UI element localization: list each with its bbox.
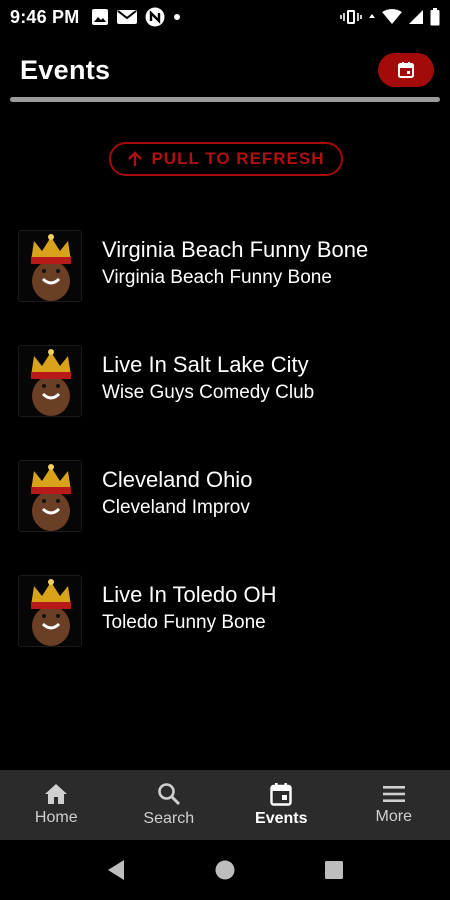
event-venue: Toledo Funny Bone [102, 612, 266, 633]
page-title: Events [20, 54, 111, 85]
event-venue: Cleveland Improv [102, 497, 250, 518]
event-thumbnail [18, 460, 82, 532]
nav-events[interactable]: Events [225, 770, 338, 840]
nav-home[interactable]: Home [0, 770, 113, 840]
system-nav [0, 840, 450, 900]
event-item[interactable]: Virginia Beach Funny Bone Virginia Beach… [0, 230, 450, 345]
battery-icon [430, 8, 440, 26]
dot-icon [173, 13, 181, 21]
king-avatar-icon [31, 234, 71, 301]
header-divider [10, 97, 440, 102]
event-item[interactable]: Live In Toledo OH Toledo Funny Bone [0, 575, 450, 690]
arrow-up-icon [127, 151, 143, 167]
nav-label: Events [255, 810, 308, 827]
back-icon[interactable] [106, 859, 126, 881]
pull-to-refresh[interactable]: PULL TO REFRESH [109, 142, 343, 176]
event-thumbnail [18, 345, 82, 417]
n-badge-icon [145, 7, 165, 27]
menu-icon [382, 784, 406, 804]
wifi-icon [382, 9, 402, 25]
status-bar: 9:46 PM [0, 0, 450, 34]
event-list: Virginia Beach Funny Bone Virginia Beach… [0, 230, 450, 690]
bottom-nav: Home Search Events More [0, 770, 450, 840]
data-arrows-icon [368, 10, 376, 24]
nav-label: Search [143, 810, 195, 827]
nav-label: More [375, 808, 412, 825]
calendar-icon [397, 61, 415, 79]
event-title: Virginia Beach Funny Bone [102, 237, 369, 262]
refresh-label: PULL TO REFRESH [151, 149, 325, 168]
recents-icon[interactable] [324, 860, 344, 880]
vibrate-icon [340, 9, 362, 25]
calendar-button[interactable] [378, 53, 434, 87]
home-circle-icon[interactable] [214, 859, 236, 881]
calendar-icon [270, 782, 292, 806]
event-venue: Virginia Beach Funny Bone [102, 267, 332, 288]
notification-icons [91, 7, 181, 27]
event-thumbnail [18, 575, 82, 647]
nav-search[interactable]: Search [113, 770, 226, 840]
event-title: Cleveland Ohio [102, 467, 253, 492]
mail-icon [117, 9, 138, 25]
event-thumbnail [18, 230, 82, 302]
event-title: Live In Salt Lake City [102, 352, 309, 377]
event-item[interactable]: Live In Salt Lake City Wise Guys Comedy … [0, 345, 450, 460]
event-venue: Wise Guys Comedy Club [102, 382, 315, 403]
king-avatar-icon [31, 349, 71, 416]
king-avatar-icon [31, 579, 71, 646]
king-avatar-icon [31, 464, 71, 531]
app-header: Events [0, 44, 450, 96]
event-title: Live In Toledo OH [102, 582, 277, 607]
nav-more[interactable]: More [338, 770, 450, 840]
image-icon [91, 8, 109, 26]
system-status-icons [340, 8, 440, 26]
signal-icon [408, 9, 424, 25]
nav-label: Home [34, 809, 78, 826]
home-icon [44, 783, 68, 805]
status-time: 9:46 PM [10, 6, 80, 27]
search-icon [157, 782, 181, 806]
event-item[interactable]: Cleveland Ohio Cleveland Improv [0, 460, 450, 575]
